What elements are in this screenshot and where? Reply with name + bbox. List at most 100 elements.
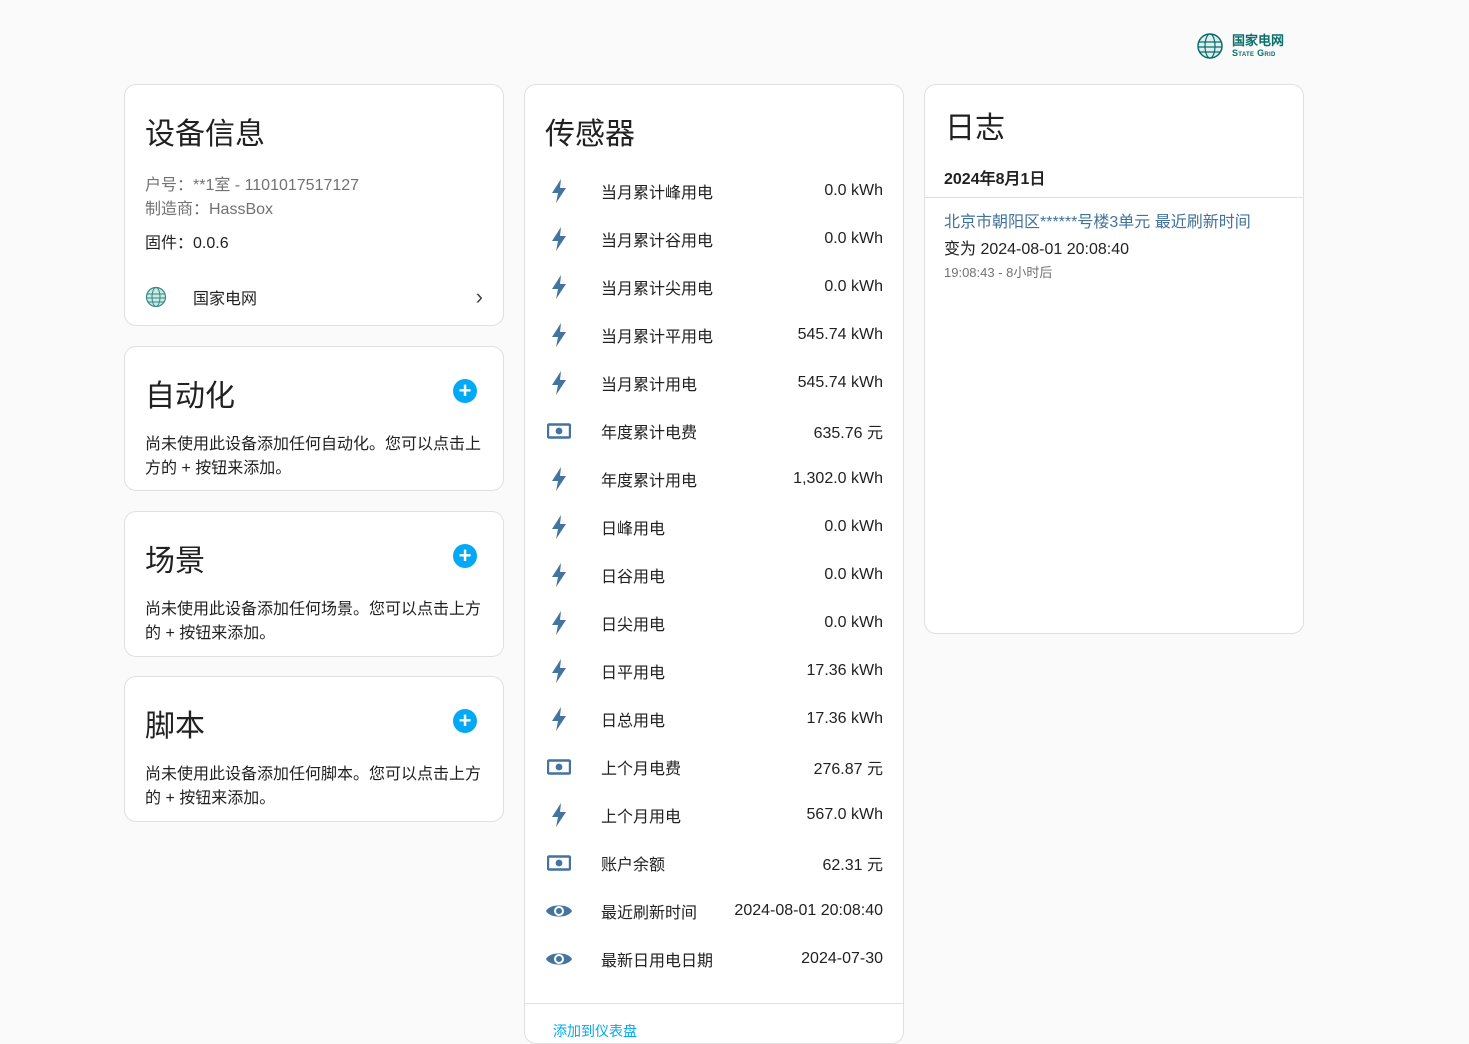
flash-icon — [545, 225, 573, 253]
sensor-name: 上个月电费 — [601, 761, 682, 778]
sensor-row[interactable]: 上个月电费 276.87 元 — [525, 743, 903, 791]
sensor-name: 当月累计谷用电 — [601, 233, 714, 250]
sensor-name: 日峰用电 — [601, 521, 666, 538]
sensor-row[interactable]: 当月累计尖用电 0.0 kWh — [525, 263, 903, 311]
sensor-row[interactable]: 上个月用电 567.0 kWh — [525, 791, 903, 839]
sensors-title: 传感器 — [545, 118, 635, 151]
sensor-list: 当月累计峰用电 0.0 kWh 当月累计谷用电 0.0 kWh 当月累计尖用电 0.0 k… — [525, 167, 903, 983]
cash-icon — [545, 753, 573, 781]
flash-icon — [545, 657, 573, 685]
sensor-name: 当月累计峰用电 — [601, 185, 714, 202]
sensor-row[interactable]: 年度累计电费 635.76 元 — [525, 407, 903, 455]
sensor-value: 17.36 kWh — [806, 662, 883, 679]
eye-icon — [545, 897, 573, 925]
sensor-name: 上个月用电 — [601, 809, 682, 826]
sensor-value: 62.31 元 — [822, 857, 884, 874]
add-scene-button[interactable]: + — [453, 544, 477, 568]
sensor-name: 最新日用电日期 — [601, 953, 714, 970]
sensor-row[interactable]: 日总用电 17.36 kWh — [525, 695, 903, 743]
cash-icon — [545, 849, 573, 877]
logbook-divider — [925, 197, 1303, 198]
logbook-title: 日志 — [945, 112, 1005, 145]
sensor-row[interactable]: 最新日用电日期 2024-07-30 — [525, 935, 903, 983]
sensor-name: 日谷用电 — [601, 569, 666, 586]
sensor-row[interactable]: 日谷用电 0.0 kWh — [525, 551, 903, 599]
sensor-value: 1,302.0 kWh — [793, 470, 883, 487]
sensor-value: 635.76 元 — [813, 425, 883, 442]
sensor-row[interactable]: 当月累计用电 545.74 kWh — [525, 359, 903, 407]
sensor-name: 日尖用电 — [601, 617, 666, 634]
scene-description: 尚未使用此设备添加任何场景。您可以点击上方的 + 按钮来添加。 — [145, 601, 482, 642]
sensor-name: 年度累计电费 — [601, 425, 698, 442]
brand-name-en: State Grid — [1232, 48, 1276, 58]
script-card: 脚本 + 尚未使用此设备添加任何脚本。您可以点击上方的 + 按钮来添加。 — [124, 676, 504, 822]
sensor-row[interactable]: 年度累计用电 1,302.0 kWh — [525, 455, 903, 503]
logbook-date: 2024年8月1日 — [944, 171, 1046, 188]
integration-label: 国家电网 — [193, 291, 258, 308]
sensors-divider — [525, 1003, 903, 1004]
sensor-value: 17.36 kWh — [806, 710, 883, 727]
sensor-value: 0.0 kWh — [824, 566, 883, 583]
sensor-row[interactable]: 日尖用电 0.0 kWh — [525, 599, 903, 647]
add-script-button[interactable]: + — [453, 709, 477, 733]
sensor-value: 545.74 kWh — [797, 326, 883, 343]
sensor-name: 当月累计平用电 — [601, 329, 714, 346]
eye-icon — [545, 945, 573, 973]
sensor-row[interactable]: 当月累计峰用电 0.0 kWh — [525, 167, 903, 215]
sensor-value: 2024-07-30 — [801, 950, 883, 967]
sensor-row[interactable]: 当月累计谷用电 0.0 kWh — [525, 215, 903, 263]
globe-icon — [1197, 33, 1223, 59]
flash-icon — [545, 369, 573, 397]
brand-name-cn: 国家电网 — [1232, 33, 1285, 48]
sensor-value: 567.0 kWh — [806, 806, 883, 823]
integration-link[interactable]: 国家电网 › — [145, 281, 483, 313]
sensor-value: 2024-08-01 20:08:40 — [734, 902, 883, 919]
device-info-card: 设备信息 户号：**1室 - 1101017517127 制造商：HassBox… — [124, 84, 504, 326]
sensor-row[interactable]: 日平用电 17.36 kWh — [525, 647, 903, 695]
automation-title: 自动化 — [145, 380, 235, 413]
sensor-row[interactable]: 最近刷新时间 2024-08-01 20:08:40 — [525, 887, 903, 935]
sensor-name: 日总用电 — [601, 713, 666, 730]
sensor-name: 年度累计用电 — [601, 473, 698, 490]
state-grid-logo: 国家电网 State Grid — [1196, 32, 1284, 60]
device-firmware: 固件：0.0.6 — [145, 235, 229, 252]
flash-icon — [545, 465, 573, 493]
device-manufacturer: 制造商：HassBox — [145, 201, 274, 218]
flash-icon — [545, 273, 573, 301]
flash-icon — [545, 177, 573, 205]
sensor-name: 当月累计用电 — [601, 377, 698, 394]
device-account: 户号：**1室 - 1101017517127 — [145, 177, 360, 194]
sensors-card: 传感器 当月累计峰用电 0.0 kWh 当月累计谷用电 0.0 kWh 当月累计尖用电 0… — [524, 84, 904, 1044]
script-title: 脚本 — [145, 710, 205, 743]
sensor-row[interactable]: 账户余额 62.31 元 — [525, 839, 903, 887]
sensor-value: 0.0 kWh — [824, 230, 883, 247]
chevron-right-icon: › — [475, 284, 483, 309]
sensor-name: 日平用电 — [601, 665, 666, 682]
logbook-entry-message: 变为 2024-08-01 20:08:40 — [944, 241, 1130, 258]
add-automation-button[interactable]: + — [453, 379, 477, 403]
add-to-dashboard-link[interactable]: 添加到仪表盘 — [553, 1021, 637, 1041]
sensor-value: 545.74 kWh — [797, 374, 883, 391]
flash-icon — [545, 609, 573, 637]
logbook-card: 日志 2024年8月1日 北京市朝阳区******号楼3单元 最近刷新时间 变为… — [924, 84, 1304, 634]
sensor-value: 0.0 kWh — [824, 182, 883, 199]
logbook-entry-entity-link[interactable]: 北京市朝阳区******号楼3单元 最近刷新时间 — [944, 208, 1251, 232]
sensor-value: 0.0 kWh — [824, 518, 883, 535]
scene-title: 场景 — [145, 545, 205, 578]
automation-description: 尚未使用此设备添加任何自动化。您可以点击上方的 + 按钮来添加。 — [145, 436, 482, 477]
sensor-value: 0.0 kWh — [824, 614, 883, 631]
cash-icon — [545, 417, 573, 445]
automation-card: 自动化 + 尚未使用此设备添加任何自动化。您可以点击上方的 + 按钮来添加。 — [124, 346, 504, 491]
flash-icon — [545, 705, 573, 733]
sensor-value: 276.87 元 — [813, 761, 883, 778]
device-info-title: 设备信息 — [145, 118, 265, 151]
flash-icon — [545, 561, 573, 589]
sensor-value: 0.0 kWh — [824, 278, 883, 295]
sensor-row[interactable]: 当月累计平用电 545.74 kWh — [525, 311, 903, 359]
sensor-row[interactable]: 日峰用电 0.0 kWh — [525, 503, 903, 551]
flash-icon — [545, 513, 573, 541]
flash-icon — [545, 801, 573, 829]
sensor-name: 当月累计尖用电 — [601, 281, 714, 298]
script-description: 尚未使用此设备添加任何脚本。您可以点击上方的 + 按钮来添加。 — [145, 766, 482, 807]
scene-card: 场景 + 尚未使用此设备添加任何场景。您可以点击上方的 + 按钮来添加。 — [124, 511, 504, 657]
